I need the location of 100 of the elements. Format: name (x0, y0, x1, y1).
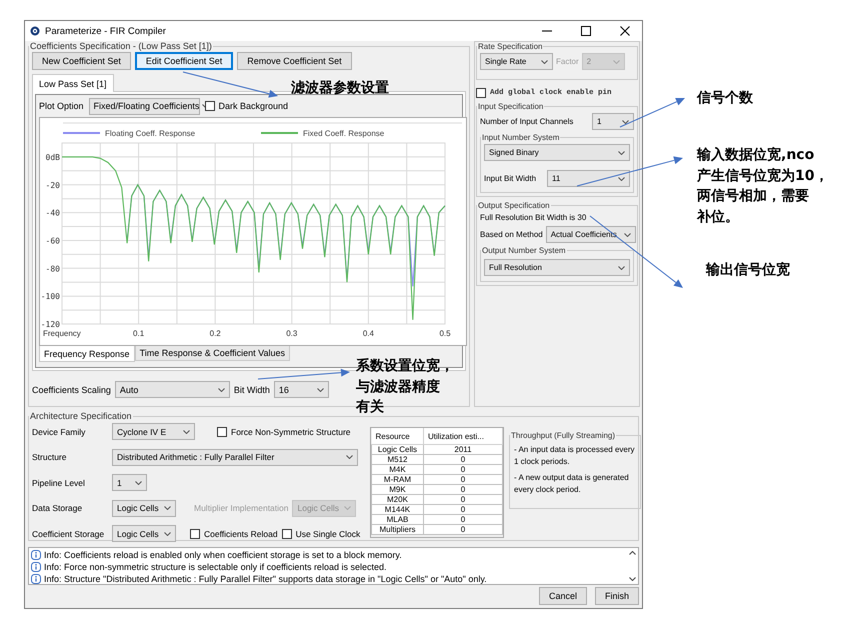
dialog-button[interactable]: Cancel (538, 587, 587, 605)
annotation-text: 输出信号位宽 (706, 260, 790, 280)
message-text: Info: Coefficients reload is enabled only when coefficient storage is set to a block memory. (44, 550, 402, 560)
annotation-text: 输入数据位宽,nco 产生信号位宽为10， 两信号相加，需要 补位。 (697, 146, 828, 226)
info-icon (31, 562, 41, 572)
field-label: Based on Method (480, 230, 543, 239)
checkbox[interactable] (217, 426, 227, 436)
table-cell: Logic Cells (372, 444, 424, 454)
annotation-text: 滤波器参数设置 (291, 79, 389, 98)
dropdown[interactable]: Logic Cells (112, 525, 176, 542)
field-label: Coefficients Scaling (32, 384, 111, 394)
field-label: Input Bit Width (484, 174, 536, 183)
dropdown[interactable]: Distributed Arithmetic : Fully Parallel Filter (112, 448, 358, 466)
dropdown[interactable]: Cyclone IV E (112, 423, 195, 440)
table-cell: M20K (372, 494, 424, 504)
table-cell: M4K (372, 464, 424, 474)
dropdown[interactable]: Auto (114, 381, 230, 398)
tick-label: -100 (40, 292, 60, 302)
field-label: Factor (556, 57, 579, 66)
checkbox-label: Dark Background (218, 101, 288, 111)
checkbox-label: Coefficients Reload (204, 528, 278, 538)
tick-label: -120 (40, 320, 60, 329)
table-cell: M-RAM (372, 474, 424, 484)
section-title: Architecture Specification (29, 411, 133, 421)
caret-icon (346, 455, 353, 459)
tick-label: -20 (46, 180, 60, 190)
window-title: Parameterize - FIR Compiler (45, 26, 167, 36)
tab[interactable]: Low Pass Set [1] (32, 74, 114, 92)
section-title: Input Specification (477, 102, 544, 111)
dropdown[interactable]: 1 (592, 113, 634, 130)
coefficient-set-button[interactable]: Edit Coefficient Set (134, 52, 234, 70)
scroll-up-icon[interactable] (629, 551, 636, 555)
tab[interactable]: Time Response & Coefficient Values (134, 346, 290, 361)
table-cell: Multipliers (372, 524, 424, 534)
maximize-icon (581, 26, 591, 36)
coefficient-set-button[interactable]: New Coefficient Set (32, 52, 131, 70)
dropdown[interactable]: Logic Cells (112, 500, 176, 516)
annotation-text: 系数设置位宽， 与滤波器精度 有关 (356, 356, 454, 417)
tick-label: 0dB (46, 152, 60, 162)
coefficient-set-button[interactable]: Remove Coefficient Set (237, 52, 352, 70)
caret-icon (344, 506, 352, 510)
checkbox[interactable] (476, 88, 486, 98)
caret-icon (183, 430, 190, 434)
dropdown[interactable]: 1 (112, 474, 147, 491)
caret-icon (622, 120, 629, 124)
field-label: Bit Width (234, 384, 270, 394)
tick-label: -40 (46, 208, 60, 218)
caret-icon (135, 480, 142, 484)
section-title: Output Number System (481, 246, 567, 255)
checkbox[interactable] (190, 528, 200, 538)
checkbox[interactable] (282, 528, 292, 538)
tick-label: 0.4 (362, 329, 374, 338)
tick-label: 0.1 (133, 329, 144, 338)
section-title: Input Number System (481, 133, 560, 142)
section-title: Throughput (Fully Streaming) (510, 431, 616, 440)
field-label: Coefficient Storage (32, 528, 106, 538)
tab[interactable]: Frequency Response (39, 346, 135, 362)
tick-label: -60 (46, 236, 60, 246)
section-title: Coefficients Specification - (Low Pass Set [1]) (29, 41, 213, 51)
caret-icon (612, 60, 620, 64)
close-icon (620, 26, 630, 36)
caret-icon (316, 388, 324, 392)
caret-icon (618, 266, 625, 270)
caret-icon (618, 150, 625, 154)
dropdown[interactable]: Signed Binary (484, 144, 630, 161)
section-title: Output Specification (477, 201, 551, 210)
caret-icon (164, 532, 171, 536)
throughput-note: - A new output data is generated every clock period. (514, 472, 630, 496)
section-title: Rate Specification (477, 42, 544, 51)
field-label: Number of Input Channels (480, 117, 574, 126)
message-text: Info: Force non-symmetric structure is selectable only if coefficients reload is selected. (44, 562, 386, 572)
field-label: Pipeline Level (32, 478, 86, 488)
caret-icon (541, 60, 548, 64)
message-text: Info: Structure "Distributed Arithmetic : Fully Parallel Filter" supports data storage in "Logic Cells" or "Auto" only. (44, 574, 487, 584)
dropdown[interactable]: Single Rate (480, 53, 553, 70)
table-cell: M144K (372, 504, 424, 514)
emblem-icon (30, 26, 40, 36)
legend-label: Fixed Coeff. Response (303, 129, 384, 138)
dropdown[interactable]: 11 (547, 170, 630, 187)
tick-label: 0.5 (439, 329, 451, 338)
dialog-button[interactable]: Finish (594, 587, 639, 605)
caret-icon (618, 176, 625, 180)
table-cell: M9K (372, 484, 424, 494)
field-label: Multiplier Implementation (194, 503, 288, 513)
checkbox[interactable] (204, 101, 215, 111)
dropdown[interactable]: Full Resolution (484, 259, 630, 276)
scroll-down-icon[interactable] (629, 577, 636, 581)
checkbox-label: Use Single Clock (296, 528, 360, 538)
field-label: Device Family (32, 426, 86, 436)
annotation-arrow (620, 98, 685, 128)
tick-label: 0.2 (210, 329, 221, 338)
table-cell: M512 (372, 454, 424, 464)
info-text: Full Resolution Bit Width is 30 (480, 213, 588, 222)
field-label: Data Storage (32, 503, 84, 513)
tick-label: -80 (46, 264, 60, 274)
tick-label: 0.3 (286, 329, 298, 338)
checkbox-label: Force Non-Symmetric Structure (231, 426, 350, 436)
dropdown[interactable]: 16 (274, 381, 329, 398)
column-header: Utilization esti... (423, 428, 502, 444)
field-label: Structure (32, 452, 68, 462)
